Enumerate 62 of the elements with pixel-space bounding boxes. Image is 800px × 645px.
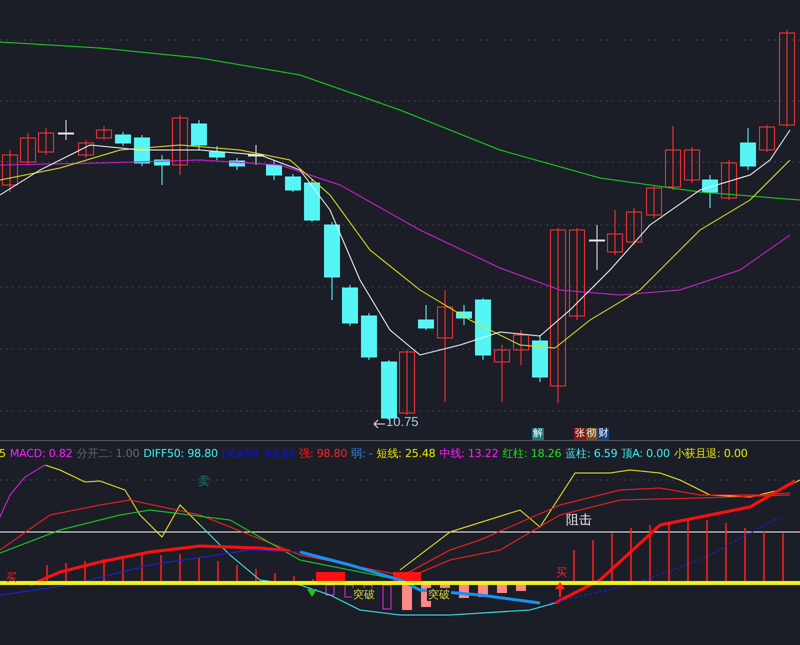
candlestick (399, 350, 415, 416)
candlestick (361, 312, 377, 360)
candlestick (532, 334, 548, 382)
down-arrow-icon (307, 589, 317, 597)
low-price-label: 10.75 (386, 414, 419, 429)
sell-signal-label: 卖 (198, 475, 210, 487)
indicator-value: 小获且退: 0.00 (674, 446, 748, 460)
candlestick (248, 144, 264, 166)
candlestick (58, 120, 74, 140)
candlestick (626, 208, 642, 246)
indicator-value: DIFF50: 98.80 (143, 446, 218, 460)
candlestick (266, 160, 282, 180)
arrow-icon (373, 419, 385, 429)
candlestick (684, 146, 700, 184)
indicator-value: 中线: 13.22 (439, 446, 498, 460)
signal-badge: 彻 (586, 428, 598, 440)
candlestick (589, 224, 605, 270)
resist-label: 阻击 (566, 514, 592, 527)
candlestick (759, 124, 775, 152)
candlestick (721, 160, 737, 200)
candlestick (115, 132, 131, 146)
indicator-value: MACD: 0.82 (10, 446, 72, 460)
candlestick (342, 284, 358, 326)
buy-signal-label: 买 (556, 567, 567, 578)
candlestick (20, 132, 36, 166)
indicator-value: 蓝柱: 6.59 (565, 446, 618, 460)
indicator-value: 强: 98.80 (299, 446, 348, 460)
candlestick (209, 146, 225, 160)
candlestick (172, 114, 188, 176)
up-arrow-icon (555, 582, 565, 597)
buy-signal-label: 买 (6, 572, 17, 583)
breakout-label: 突破 (427, 588, 451, 601)
indicator-value: 短线: 25.48 (376, 446, 436, 460)
indicator-value: 红柱: 18.26 (502, 446, 562, 460)
indicator-value: 分开二: 1.00 (76, 446, 140, 460)
candlestick (304, 180, 320, 222)
candlestick (285, 174, 301, 192)
candlestick (740, 128, 756, 170)
candlestick (96, 126, 112, 140)
signal-badge: 财 (597, 428, 610, 440)
candlestick (475, 298, 491, 360)
candlestick (229, 158, 245, 170)
candlestick (494, 344, 510, 402)
candlestick (646, 184, 662, 218)
candlestick (665, 126, 681, 190)
candlestick (513, 330, 529, 366)
indicator-value: 顶A: 0.00 (621, 446, 670, 460)
indicator-value: 弱: - (351, 446, 373, 460)
candlestick (2, 150, 18, 192)
candlestick (191, 120, 207, 150)
candlestick (78, 140, 94, 158)
indicator-value: DEA50: 63.86 (222, 446, 296, 460)
signal-badge: 解 (532, 428, 544, 440)
breakout-label: 突破 (352, 588, 376, 601)
candlestick (38, 128, 54, 156)
candlestick (702, 174, 718, 208)
candlestick (456, 304, 472, 326)
candlestick (607, 210, 623, 256)
candlestick (154, 154, 170, 186)
candlestick (418, 304, 434, 330)
indicator-value: 5 (0, 446, 6, 460)
signal-badge: 张 (574, 428, 586, 440)
